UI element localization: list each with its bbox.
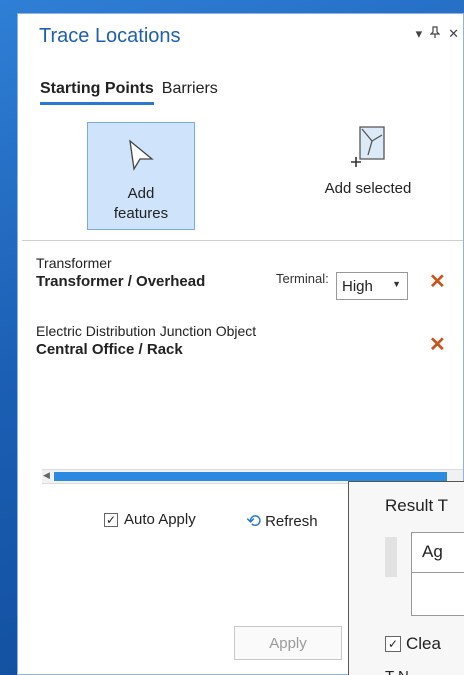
- scroll-left-icon[interactable]: ◀: [43, 470, 50, 481]
- item-name: Central Office / Rack: [36, 341, 183, 358]
- item-class: Electric Distribution Junction Object: [36, 323, 257, 339]
- add-features-label: Add features: [113, 185, 169, 222]
- auto-apply-label: Auto Apply: [124, 511, 196, 528]
- pane-title-controls: ▾ ✕: [416, 26, 459, 42]
- remove-item-icon[interactable]: ✕: [429, 269, 446, 294]
- aggregated-geometry-option[interactable]: Ag: [411, 532, 464, 574]
- checkbox-checked-icon[interactable]: ✓: [385, 636, 401, 652]
- result-types-heading: Result T: [385, 496, 448, 515]
- chevron-down-icon: ▼: [392, 279, 401, 289]
- pane-title: Trace Locations: [39, 25, 181, 47]
- refresh-button[interactable]: ⟲ Refresh: [246, 511, 318, 532]
- apply-button[interactable]: Apply: [234, 626, 342, 660]
- clear-checkbox[interactable]: ✓ Clea: [385, 634, 441, 654]
- add-selected-button[interactable]: Add selected: [308, 122, 428, 212]
- add-selected-label: Add selected: [324, 180, 412, 197]
- item-class: Transformer: [36, 255, 112, 271]
- terminal-select[interactable]: High ▼: [336, 272, 408, 300]
- add-features-button[interactable]: Add features: [87, 122, 195, 230]
- list-item[interactable]: Electric Distribution Junction Object Ce…: [36, 323, 456, 358]
- auto-apply-checkbox[interactable]: ✓ Auto Apply: [104, 511, 196, 528]
- scroll-thumb[interactable]: [54, 472, 447, 481]
- trace-name-label: T N: [385, 668, 409, 675]
- result-type-field[interactable]: [411, 572, 464, 616]
- pointer-icon: [126, 139, 156, 176]
- refresh-label: Refresh: [265, 513, 318, 530]
- checkbox-checked-icon[interactable]: ✓: [104, 512, 118, 527]
- add-selected-icon: [348, 125, 388, 172]
- refresh-icon: ⟲: [246, 511, 262, 531]
- dropdown-icon[interactable]: ▾: [416, 26, 423, 42]
- terminal-label: Terminal:: [276, 271, 329, 286]
- remove-item-icon[interactable]: ✕: [429, 332, 446, 357]
- pin-icon[interactable]: [429, 26, 441, 42]
- tab-barriers[interactable]: Barriers: [162, 80, 218, 98]
- clear-label: Clea: [406, 634, 441, 653]
- tab-starting-points[interactable]: Starting Points: [40, 80, 154, 105]
- tab-bar: Starting Points Barriers: [40, 80, 218, 105]
- terminal-value: High: [342, 277, 373, 295]
- result-types-list: [385, 537, 397, 577]
- trace-settings-pane: Result T Ag ✓ Clea T N: [348, 481, 464, 675]
- close-icon[interactable]: ✕: [448, 26, 459, 42]
